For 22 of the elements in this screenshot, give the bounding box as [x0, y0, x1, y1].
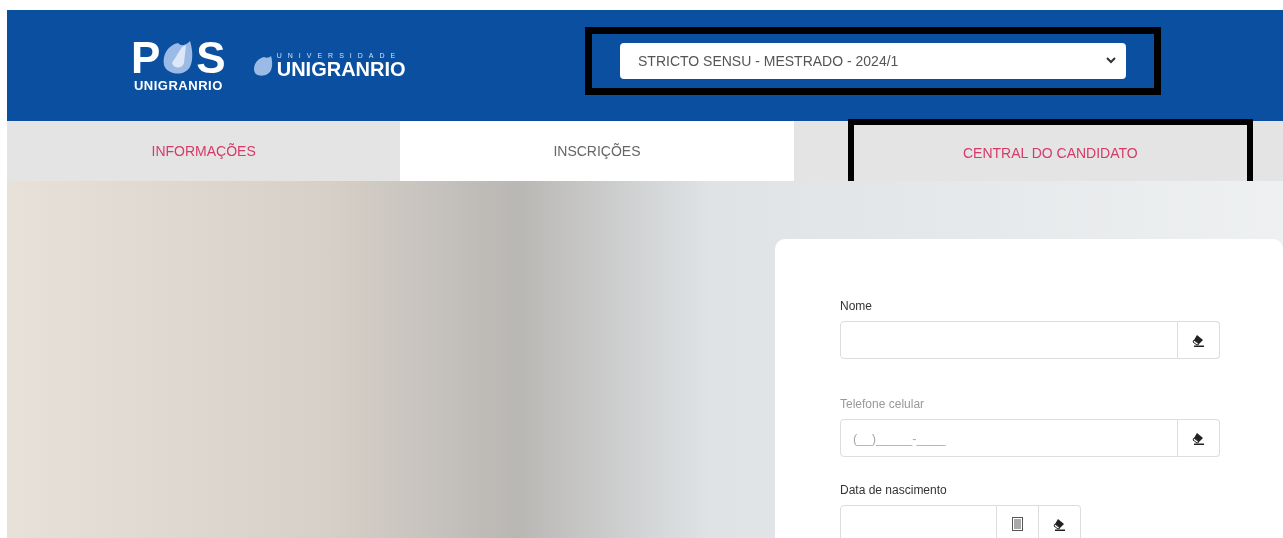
input-field[interactable]	[840, 321, 1178, 359]
logo-subtitle: UNIGRANRIO	[133, 78, 223, 93]
logo-letter: P	[131, 38, 161, 78]
nav-tab[interactable]: CENTRAL DO CANDIDATO	[847, 119, 1253, 181]
clear-button[interactable]	[1178, 419, 1220, 457]
calendar-icon	[1012, 517, 1023, 531]
eraser-icon	[1191, 333, 1206, 347]
field-label: Nome	[840, 299, 873, 313]
eraser-icon	[1052, 517, 1067, 531]
clear-button[interactable]	[1039, 505, 1081, 538]
field-label: Data de nascimento	[840, 483, 948, 497]
eraser-icon	[1191, 431, 1206, 445]
calendar-button[interactable]	[997, 505, 1039, 538]
drop-logo-icon	[251, 54, 274, 77]
university-name: UNIGRANRIO	[276, 59, 406, 79]
field-label: Telefone celular	[840, 397, 926, 411]
input-field[interactable]: (__)_____-____	[840, 419, 1178, 457]
clear-button[interactable]	[1178, 321, 1220, 359]
chevron-down-icon	[1106, 57, 1116, 64]
logo-letter: S	[196, 38, 226, 78]
nav-tab[interactable]: INSCRIÇÕES	[400, 121, 794, 181]
course-select[interactable]: STRICTO SENSU - MESTRADO - 2024/1	[620, 42, 1126, 79]
